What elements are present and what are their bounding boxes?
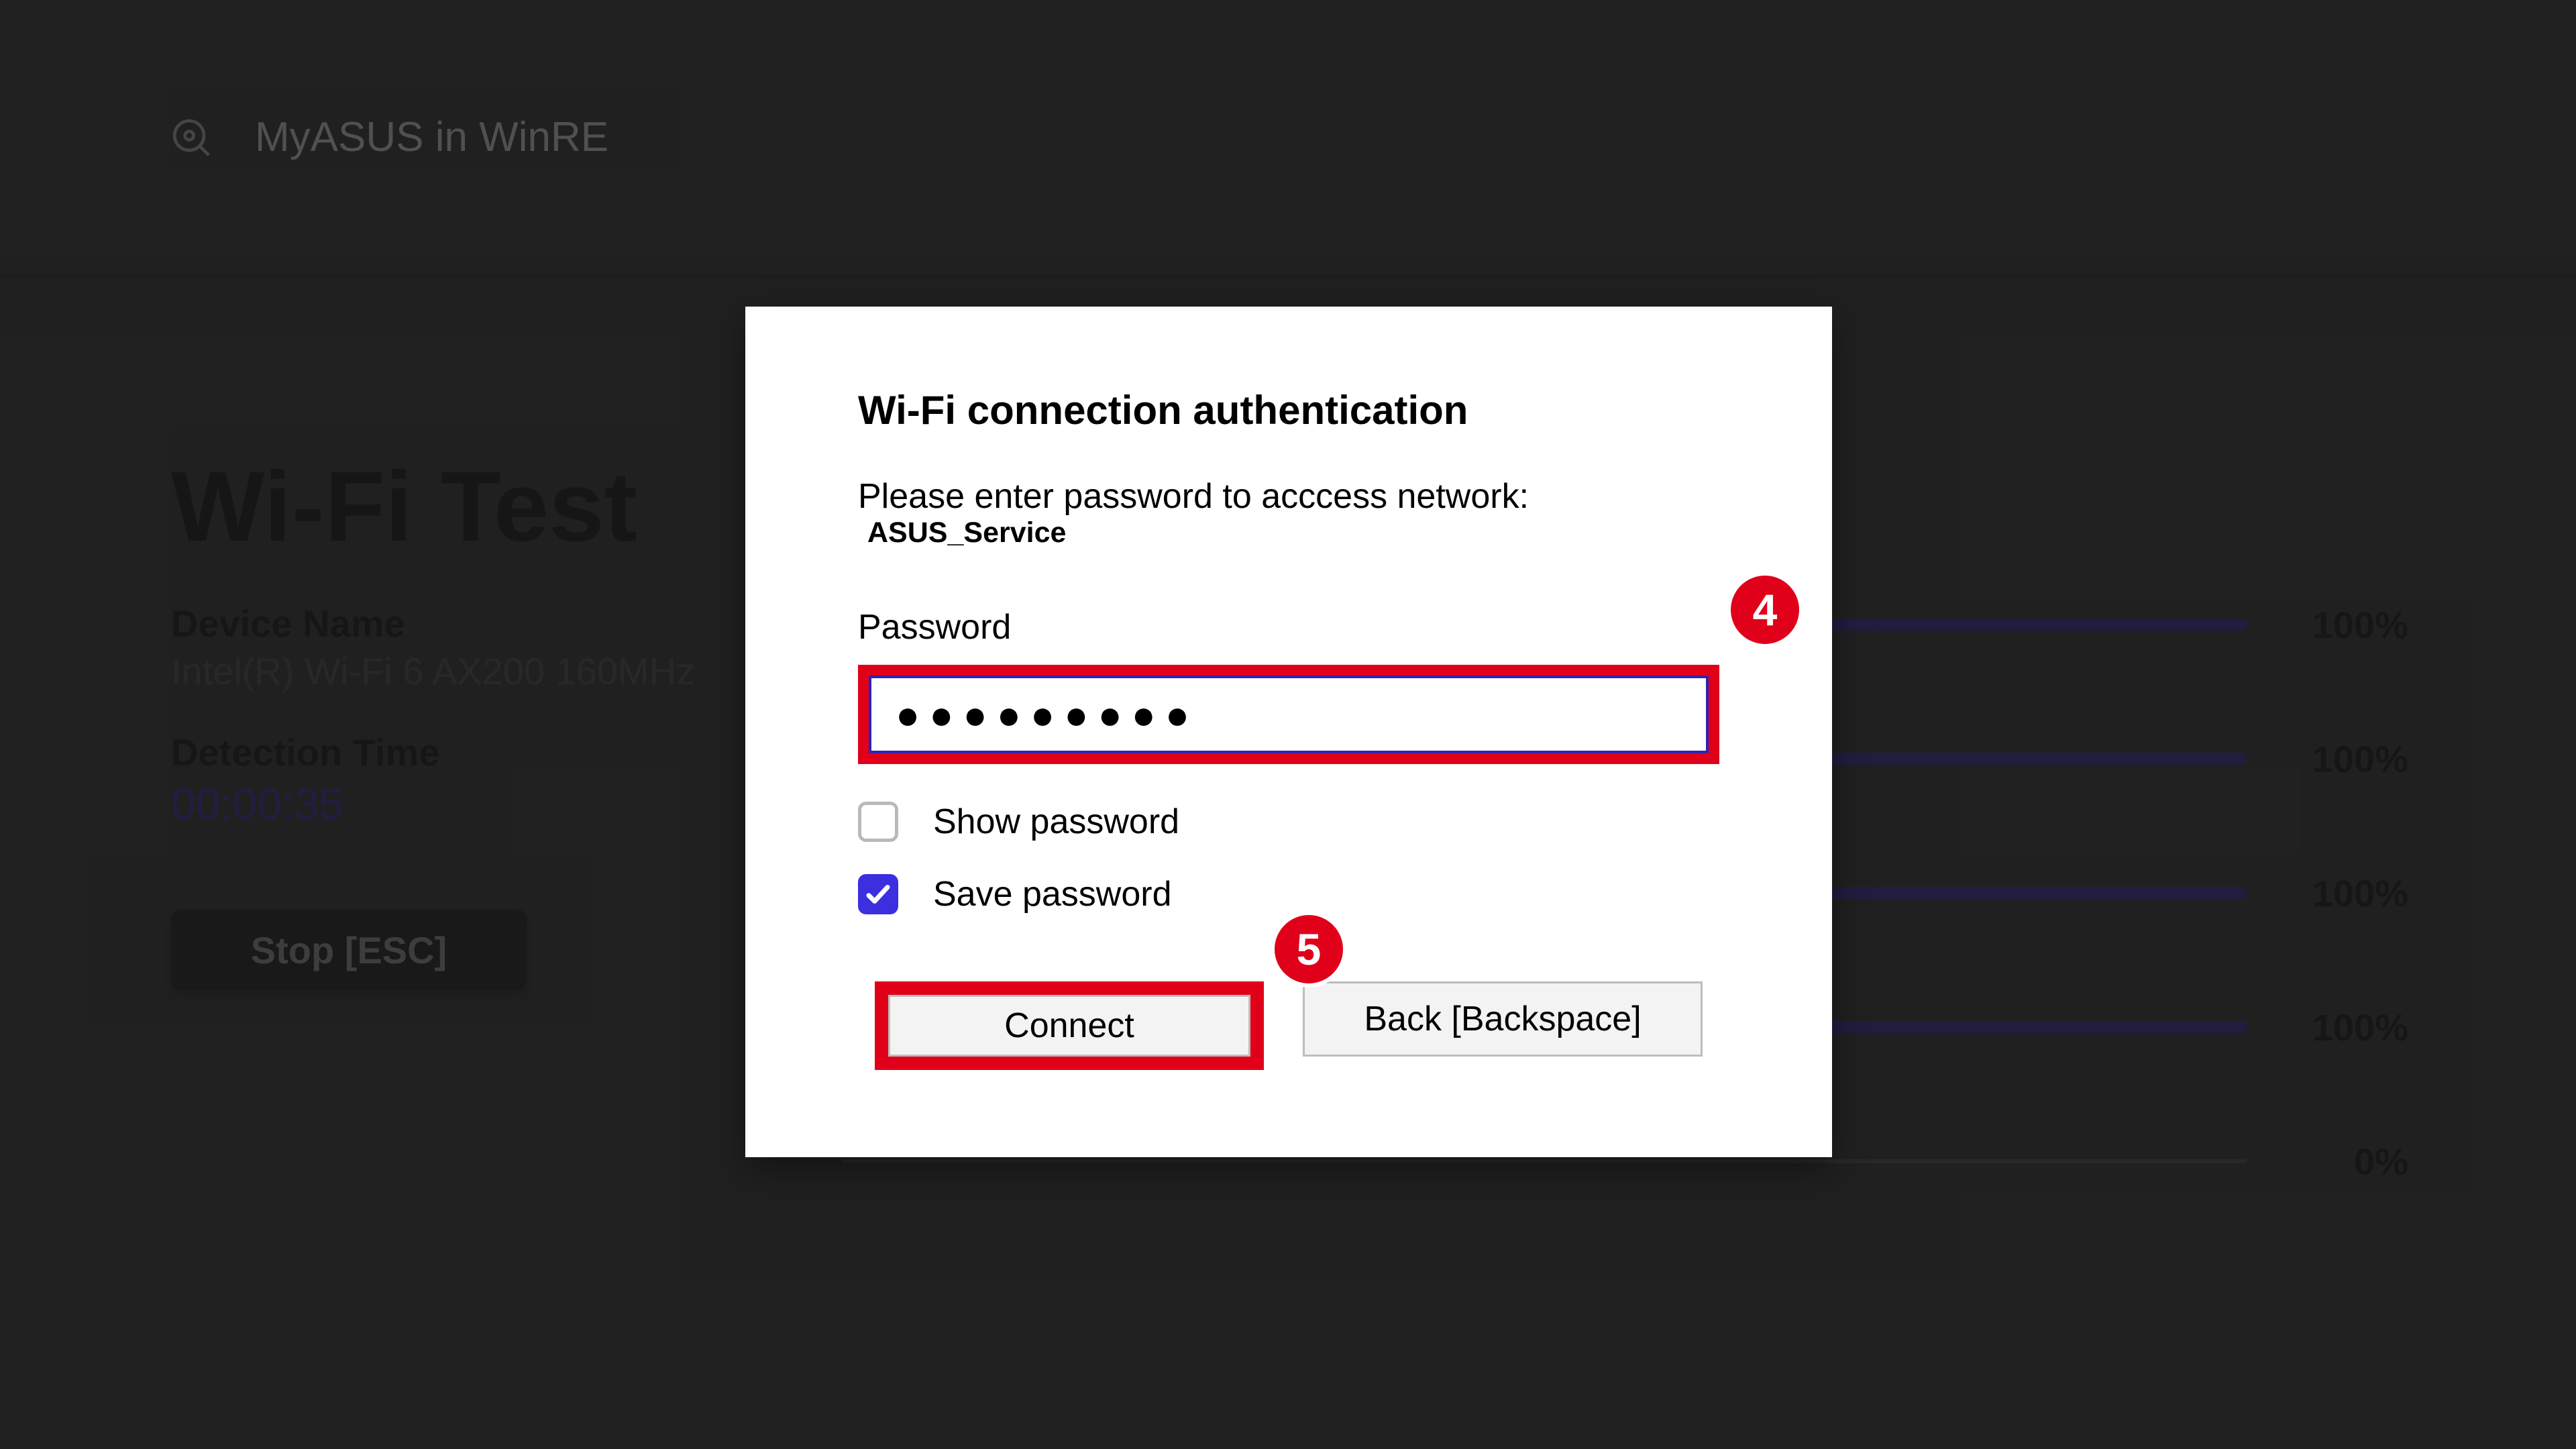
show-password-row[interactable]: Show password <box>858 802 1719 842</box>
callout-4: 4 <box>1727 572 1803 648</box>
password-highlight <box>858 665 1719 764</box>
save-password-label: Save password <box>933 874 1172 914</box>
back-button[interactable]: Back [Backspace] <box>1303 981 1703 1057</box>
wifi-auth-dialog: Wi-Fi connection authentication Please e… <box>745 307 1832 1157</box>
callout-5: 5 <box>1271 911 1347 987</box>
password-input[interactable] <box>869 676 1709 753</box>
show-password-label: Show password <box>933 802 1179 842</box>
network-name: ASUS_Service <box>867 517 1066 549</box>
save-password-checkbox[interactable] <box>858 874 898 914</box>
connect-button[interactable]: Connect <box>888 995 1250 1057</box>
password-label: Password <box>858 607 1719 647</box>
show-password-checkbox[interactable] <box>858 802 898 842</box>
dialog-subtitle: Please enter password to acccess network… <box>858 476 1719 549</box>
connect-highlight: Connect <box>875 981 1264 1070</box>
check-icon <box>864 880 892 908</box>
dialog-title: Wi-Fi connection authentication <box>858 387 1719 433</box>
dialog-subtitle-text: Please enter password to acccess network… <box>858 477 1529 516</box>
save-password-row[interactable]: Save password <box>858 874 1719 914</box>
